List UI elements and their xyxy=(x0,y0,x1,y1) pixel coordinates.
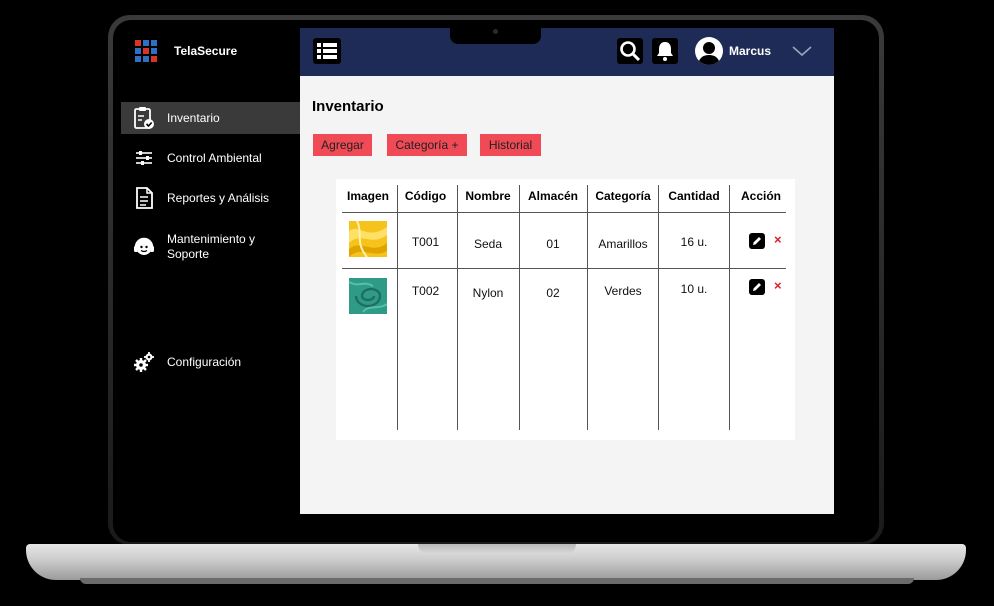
cell-category: Amarillos xyxy=(598,237,648,251)
sidebar-item-control-ambiental[interactable]: Control Ambiental xyxy=(121,146,300,170)
edit-pencil-icon[interactable] xyxy=(749,279,765,295)
brand-logo-icon xyxy=(135,40,157,62)
header-accion: Acción xyxy=(740,189,781,203)
support-headset-icon xyxy=(133,236,155,258)
sidebar-item-reportes[interactable]: Reportes y Análisis xyxy=(121,186,300,210)
column-divider xyxy=(519,185,520,430)
list-menu-icon[interactable] xyxy=(313,38,341,64)
header-nombre[interactable]: Nombre xyxy=(458,189,518,203)
sidebar-item-label: Mantenimiento y Soporte xyxy=(167,232,255,262)
cell-category: Verdes xyxy=(604,284,642,298)
brand[interactable]: TelaSecure xyxy=(135,40,237,62)
gears-icon xyxy=(133,351,155,373)
header-almacen[interactable]: Almacén xyxy=(520,189,586,203)
column-divider xyxy=(658,185,659,430)
top-bar: Marcus xyxy=(300,28,834,76)
brand-name: TelaSecure xyxy=(174,44,238,58)
sidebar-item-label: Configuración xyxy=(167,354,242,369)
history-button[interactable]: Historial xyxy=(480,134,541,156)
main-content: Inventario Agregar Categoría + Historial… xyxy=(300,76,834,514)
document-icon xyxy=(133,187,155,209)
delete-x-icon[interactable]: × xyxy=(774,278,782,293)
laptop-base-groove xyxy=(418,544,576,554)
column-divider xyxy=(457,185,458,430)
sidebar-item-mantenimiento[interactable]: Mantenimiento y Soporte xyxy=(121,230,300,264)
column-divider xyxy=(397,185,398,430)
sliders-icon xyxy=(133,147,155,169)
sidebar-item-inventario[interactable]: Inventario xyxy=(121,102,300,134)
cell-name: Nylon xyxy=(472,286,504,300)
search-icon[interactable] xyxy=(617,38,643,64)
cell-quantity: 10 u. xyxy=(680,282,708,296)
inventory-table: Imagen Código Nombre Almacén Categoría C… xyxy=(336,179,795,440)
row-divider xyxy=(342,212,786,213)
fabric-thumbnail-yellow[interactable] xyxy=(349,220,387,258)
sidebar-item-configuracion[interactable]: Configuración xyxy=(121,350,300,374)
cell-warehouse: 01 xyxy=(546,237,560,251)
cell-code: T002 xyxy=(411,284,440,298)
sidebar-item-label: Control Ambiental xyxy=(167,150,262,165)
page-title: Inventario xyxy=(312,98,384,115)
clipboard-check-icon xyxy=(133,107,155,129)
cell-warehouse: 02 xyxy=(546,286,560,300)
camera-icon xyxy=(493,29,498,34)
laptop-base-foot xyxy=(80,578,914,584)
delete-x-icon[interactable]: × xyxy=(774,232,782,247)
header-categoria[interactable]: Categoría xyxy=(588,189,658,203)
header-imagen[interactable]: Imagen xyxy=(342,189,394,203)
category-add-button[interactable]: Categoría + xyxy=(387,134,467,156)
bell-icon[interactable] xyxy=(652,38,678,64)
column-divider xyxy=(587,185,588,430)
column-divider xyxy=(729,185,730,430)
app-screen: TelaSecure Inventario Control Ambiental … xyxy=(121,28,834,514)
chevron-down-icon[interactable] xyxy=(792,44,812,62)
edit-pencil-icon[interactable] xyxy=(749,233,765,249)
add-button[interactable]: Agregar xyxy=(313,134,372,156)
sidebar-item-label: Reportes y Análisis xyxy=(167,190,270,205)
sidebar-item-label-line2: Soporte xyxy=(167,247,210,261)
header-codigo[interactable]: Código xyxy=(398,189,453,203)
cell-name: Seda xyxy=(473,237,503,251)
cell-quantity: 16 u. xyxy=(680,235,708,249)
sidebar: TelaSecure Inventario Control Ambiental … xyxy=(121,28,300,514)
sidebar-item-label-line1: Mantenimiento y xyxy=(167,232,256,246)
sidebar-item-label: Inventario xyxy=(167,110,220,125)
user-name[interactable]: Marcus xyxy=(729,44,771,58)
fabric-thumbnail-teal[interactable] xyxy=(348,278,388,314)
avatar[interactable] xyxy=(695,37,723,65)
row-divider xyxy=(342,268,786,269)
cell-code: T001 xyxy=(411,235,440,249)
header-cantidad[interactable]: Cantidad xyxy=(659,189,729,203)
